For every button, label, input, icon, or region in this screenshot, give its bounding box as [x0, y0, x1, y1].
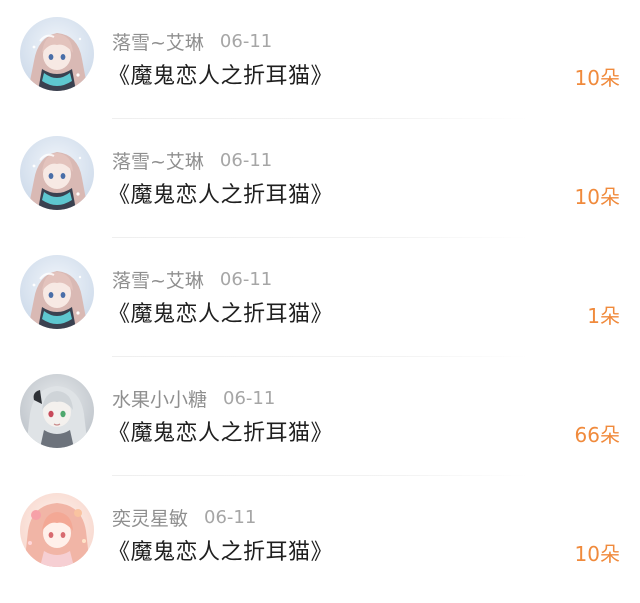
username[interactable]: 落雪~艾琳 — [112, 266, 204, 293]
username[interactable]: 落雪~艾琳 — [112, 147, 204, 174]
record-meta: 落雪~艾琳 06-11 — [112, 147, 272, 173]
gift-title: 《魔鬼恋人之折耳猫》 — [108, 302, 334, 327]
anime-girl-avatar-icon — [20, 493, 94, 567]
gift-title: 《魔鬼恋人之折耳猫》 — [108, 64, 334, 89]
record-date: 06-11 — [219, 30, 273, 52]
flower-count: 1朵 — [587, 304, 620, 328]
record-meta: 水果小小糖 06-11 — [112, 385, 275, 411]
anime-girl-avatar-icon — [20, 136, 94, 210]
list-item[interactable]: 奕灵星敏 06-11 《魔鬼恋人之折耳猫》 10朵 — [0, 476, 640, 595]
record-date: 06-11 — [219, 268, 273, 290]
flower-count: 10朵 — [574, 185, 620, 209]
record-date: 06-11 — [219, 149, 273, 171]
anime-girl-avatar-icon — [20, 255, 94, 329]
flower-count: 66朵 — [574, 423, 620, 447]
list-item[interactable]: 落雪~艾琳 06-11 《魔鬼恋人之折耳猫》 1朵 — [0, 238, 640, 357]
gift-title: 《魔鬼恋人之折耳猫》 — [108, 540, 334, 565]
user-avatar[interactable] — [20, 136, 94, 210]
anime-girl-avatar-icon — [20, 17, 94, 91]
record-date: 06-11 — [204, 506, 257, 528]
flower-count: 10朵 — [574, 542, 620, 566]
username[interactable]: 水果小小糖 — [112, 385, 207, 412]
flower-count: 10朵 — [574, 66, 620, 90]
user-avatar[interactable] — [20, 374, 94, 448]
gift-title: 《魔鬼恋人之折耳猫》 — [108, 183, 334, 208]
record-meta: 落雪~艾琳 06-11 — [112, 266, 272, 292]
gift-title: 《魔鬼恋人之折耳猫》 — [108, 421, 334, 446]
list-item[interactable]: 落雪~艾琳 06-11 《魔鬼恋人之折耳猫》 10朵 — [0, 119, 640, 238]
username[interactable]: 奕灵星敏 — [112, 504, 188, 531]
anime-girl-avatar-icon — [20, 374, 94, 448]
gift-record-list: 落雪~艾琳 06-11 《魔鬼恋人之折耳猫》 10朵 落雪~艾琳 06-11 《… — [0, 0, 640, 603]
list-item[interactable]: 落雪~艾琳 06-11 《魔鬼恋人之折耳猫》 10朵 — [0, 0, 640, 119]
list-item[interactable]: 水果小小糖 06-11 《魔鬼恋人之折耳猫》 66朵 — [0, 357, 640, 476]
record-meta: 奕灵星敏 06-11 — [112, 504, 256, 530]
username[interactable]: 落雪~艾琳 — [112, 28, 204, 55]
user-avatar[interactable] — [20, 17, 94, 91]
user-avatar[interactable] — [20, 255, 94, 329]
record-date: 06-11 — [223, 387, 276, 409]
user-avatar[interactable] — [20, 493, 94, 567]
record-meta: 落雪~艾琳 06-11 — [112, 28, 272, 54]
